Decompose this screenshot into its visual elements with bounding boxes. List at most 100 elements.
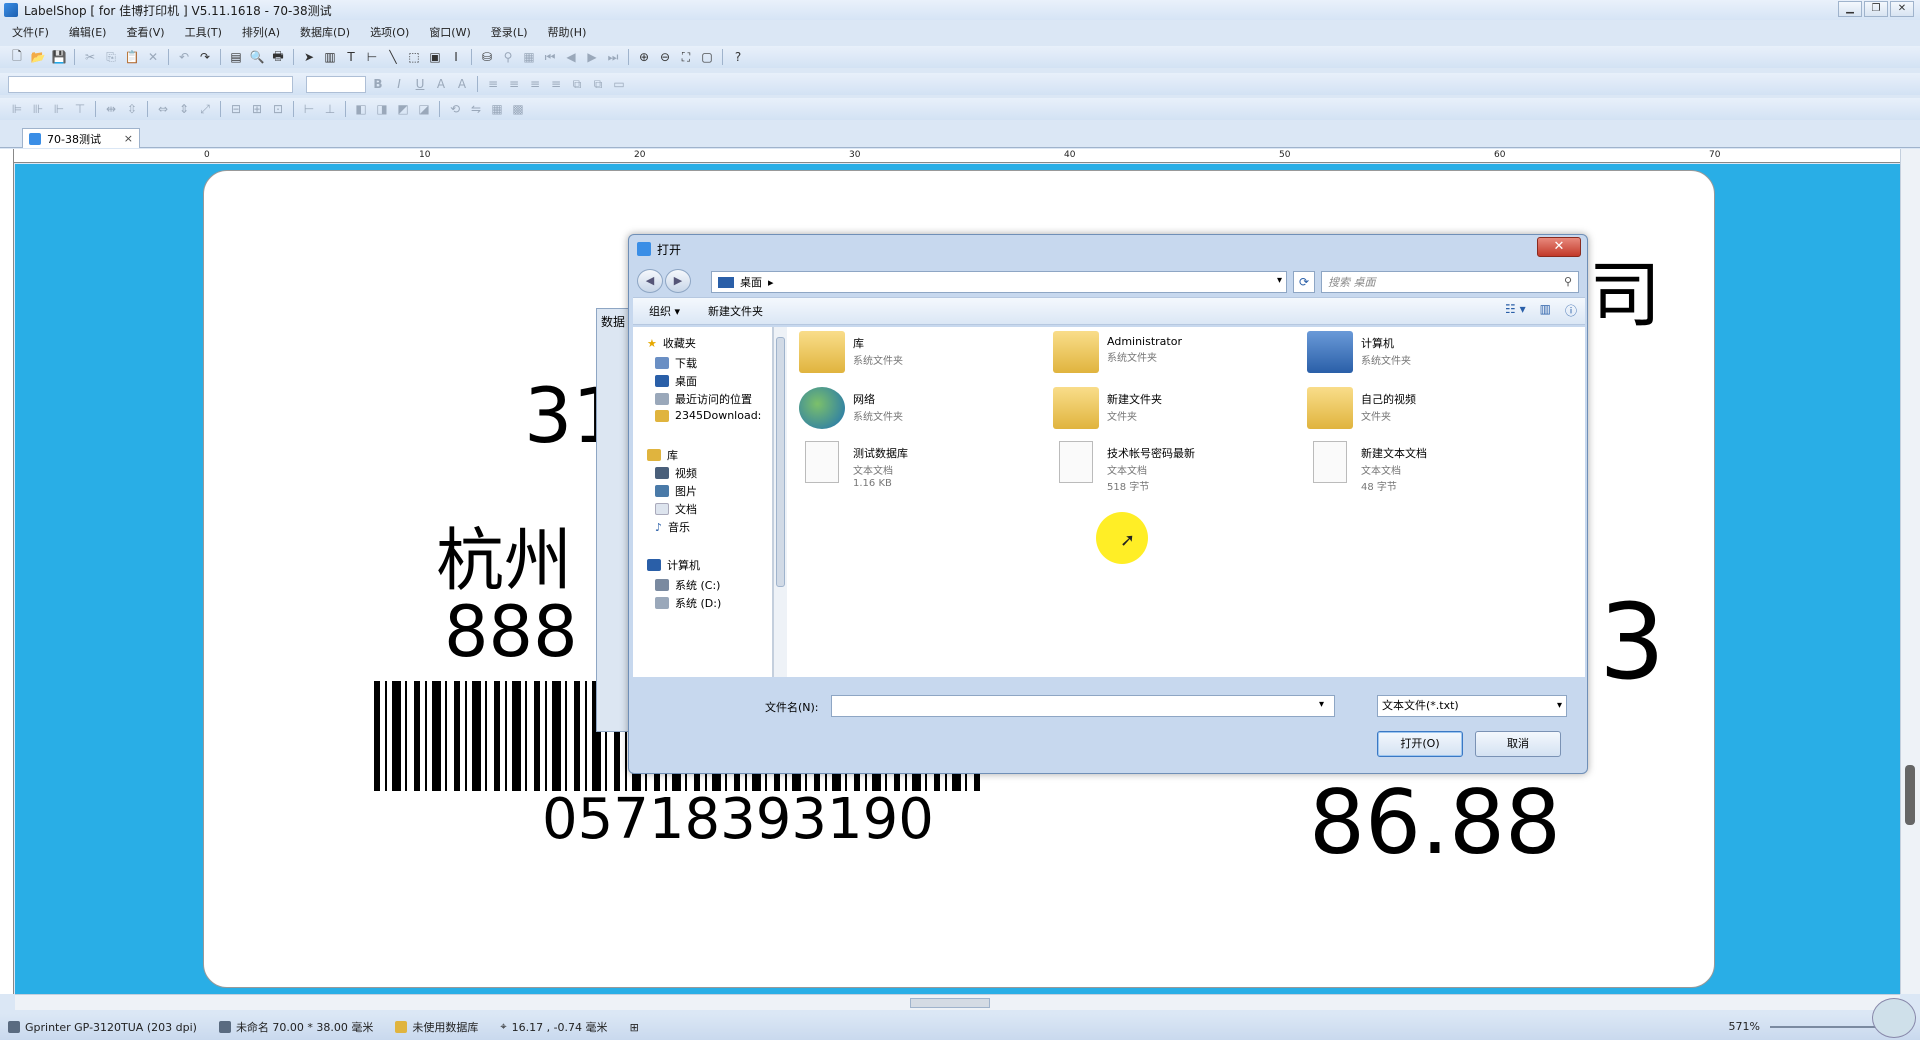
align-objects-top-icon[interactable]: ⊤: [71, 100, 89, 118]
address-dropdown-icon[interactable]: ▾: [1277, 275, 1282, 286]
diagonal-line-icon[interactable]: ╲: [384, 48, 402, 66]
nav-documents[interactable]: 文档: [655, 501, 697, 517]
print-preview-icon[interactable]: 🔍: [248, 48, 266, 66]
cancel-button[interactable]: 取消: [1475, 731, 1561, 757]
paste-icon[interactable]: 📋: [123, 48, 141, 66]
file-type-dropdown-icon[interactable]: ▾: [1557, 696, 1562, 716]
print-icon[interactable]: 🖶: [269, 48, 287, 66]
nav-desktop[interactable]: 桌面: [655, 373, 697, 389]
label-text-city[interactable]: 杭州: [436, 505, 572, 604]
group-icon[interactable]: ⧉: [568, 75, 586, 93]
last-record-icon[interactable]: ⏭: [604, 48, 622, 66]
database-icon[interactable]: ⛁: [478, 48, 496, 66]
refresh-icon[interactable]: ⟳: [1293, 271, 1315, 293]
nav-recent[interactable]: 最近访问的位置: [655, 391, 752, 407]
align-objects-right-icon[interactable]: ⊩: [50, 100, 68, 118]
font-name-combo[interactable]: [8, 75, 293, 93]
font-color-icon[interactable]: A: [453, 75, 471, 93]
file-item[interactable]: 库系统文件夹: [799, 331, 1029, 377]
breadcrumb-arrow-icon[interactable]: ▸: [768, 276, 774, 289]
cursor-text-icon[interactable]: I: [447, 48, 465, 66]
file-item[interactable]: 计算机 系统文件夹: [1307, 331, 1537, 377]
binoculars-icon[interactable]: ⚲: [499, 48, 517, 66]
zoom-page-icon[interactable]: ▢: [698, 48, 716, 66]
nav-computer[interactable]: 计算机: [647, 557, 700, 573]
image-tool-icon[interactable]: ▣: [426, 48, 444, 66]
page-setup-icon[interactable]: ▤: [227, 48, 245, 66]
line-tool-icon[interactable]: ⊢: [363, 48, 381, 66]
tab-70-38[interactable]: 70-38测试 ×: [22, 128, 140, 148]
align-objects-center-icon[interactable]: ⊪: [29, 100, 47, 118]
help-icon[interactable]: ?: [729, 48, 747, 66]
first-record-icon[interactable]: ⏮: [541, 48, 559, 66]
highlight-icon[interactable]: A: [432, 75, 450, 93]
barcode-text[interactable]: 05718393190: [542, 787, 934, 852]
distribute-v-icon[interactable]: ⇳: [123, 100, 141, 118]
status-grid[interactable]: ⊞: [630, 1021, 639, 1034]
organize-button[interactable]: 组织 ▾: [649, 303, 680, 319]
nav-drive-c[interactable]: 系统 (C:): [655, 577, 720, 593]
minimize-icon[interactable]: ▁: [1838, 1, 1862, 17]
ungroup-icon[interactable]: ⧉: [589, 75, 607, 93]
nav-favorites[interactable]: ★ 收藏夹: [647, 335, 696, 351]
new-folder-button[interactable]: 新建文件夹: [708, 303, 763, 319]
text-tool-icon[interactable]: T: [342, 48, 360, 66]
file-item[interactable]: 测试数据库 文本文档 1.16 KB: [799, 441, 1029, 489]
label-text-partial-char[interactable]: 司: [1589, 236, 1661, 341]
center-v-icon[interactable]: ⊞: [248, 100, 266, 118]
menu-help[interactable]: 帮助(H): [544, 23, 591, 41]
nav-2345download[interactable]: 2345Download:: [655, 409, 761, 422]
font-size-combo[interactable]: [306, 75, 366, 93]
label-text-partial-3[interactable]: 3: [1599, 581, 1665, 703]
vertical-scroll-thumb[interactable]: [1905, 765, 1915, 825]
menu-login[interactable]: 登录(L): [487, 23, 532, 41]
label-text-price[interactable]: 86.88: [1309, 771, 1561, 874]
search-input[interactable]: 搜索 桌面 ⚲: [1321, 271, 1579, 293]
menu-tools[interactable]: 工具(T): [181, 23, 226, 41]
same-height-icon[interactable]: ⇕: [175, 100, 193, 118]
save-icon[interactable]: 💾: [50, 48, 68, 66]
center-h-icon[interactable]: ⊟: [227, 100, 245, 118]
filename-input[interactable]: [831, 695, 1335, 717]
vertical-scrollbar[interactable]: [1900, 149, 1920, 994]
delete-icon[interactable]: ✕: [144, 48, 162, 66]
nav-drive-d[interactable]: 系统 (D:): [655, 595, 721, 611]
align-center-icon[interactable]: ≡: [505, 75, 523, 93]
file-type-select[interactable]: 文本文件(*.txt) ▾: [1377, 695, 1567, 717]
align-objects-left-icon[interactable]: ⊫: [8, 100, 26, 118]
open-folder-icon[interactable]: 📂: [29, 48, 47, 66]
italic-icon[interactable]: I: [390, 75, 408, 93]
bold-icon[interactable]: B: [369, 75, 387, 93]
menu-edit[interactable]: 编辑(E): [65, 23, 111, 41]
copy-icon[interactable]: ⎘: [102, 48, 120, 66]
file-item[interactable]: 新建文本文档 文本文档 48 字节: [1307, 441, 1537, 493]
menu-file[interactable]: 文件(F): [8, 23, 53, 41]
record-icon[interactable]: ▦: [520, 48, 538, 66]
bring-forward-icon[interactable]: ◩: [394, 100, 412, 118]
nav-pane-scroll-thumb[interactable]: [776, 337, 785, 587]
menu-options[interactable]: 选项(O): [366, 23, 413, 41]
address-bar[interactable]: 桌面 ▸ ▾: [711, 271, 1287, 293]
prev-record-icon[interactable]: ◀: [562, 48, 580, 66]
horizontal-scrollbar[interactable]: [15, 994, 1900, 1010]
underline-icon[interactable]: U: [411, 75, 429, 93]
send-backward-icon[interactable]: ◪: [415, 100, 433, 118]
filename-dropdown-icon[interactable]: ▾: [1319, 699, 1324, 710]
nav-pictures[interactable]: 图片: [655, 483, 697, 499]
redo-icon[interactable]: ↷: [196, 48, 214, 66]
help-circle-icon[interactable]: ⓘ: [1565, 302, 1577, 319]
zoom-fit-icon[interactable]: ⛶: [677, 48, 695, 66]
bring-front-icon[interactable]: ◧: [352, 100, 370, 118]
restore-icon[interactable]: ❐: [1864, 1, 1888, 17]
menu-view[interactable]: 查看(V): [122, 23, 168, 41]
new-file-icon[interactable]: 🗋: [8, 48, 26, 66]
forward-arrow-icon[interactable]: ▶: [665, 269, 691, 293]
nav-videos[interactable]: 视频: [655, 465, 697, 481]
label-text-888[interactable]: 888: [444, 591, 578, 673]
dialog-close-icon[interactable]: ✕: [1537, 237, 1581, 257]
same-size-icon[interactable]: ⤢: [196, 100, 214, 118]
file-item[interactable]: Administrator 系统文件夹: [1053, 331, 1283, 377]
nav-music[interactable]: ♪ 音乐: [655, 519, 690, 535]
zoom-slider[interactable]: [1770, 1026, 1880, 1028]
select-pointer-icon[interactable]: ➤: [300, 48, 318, 66]
